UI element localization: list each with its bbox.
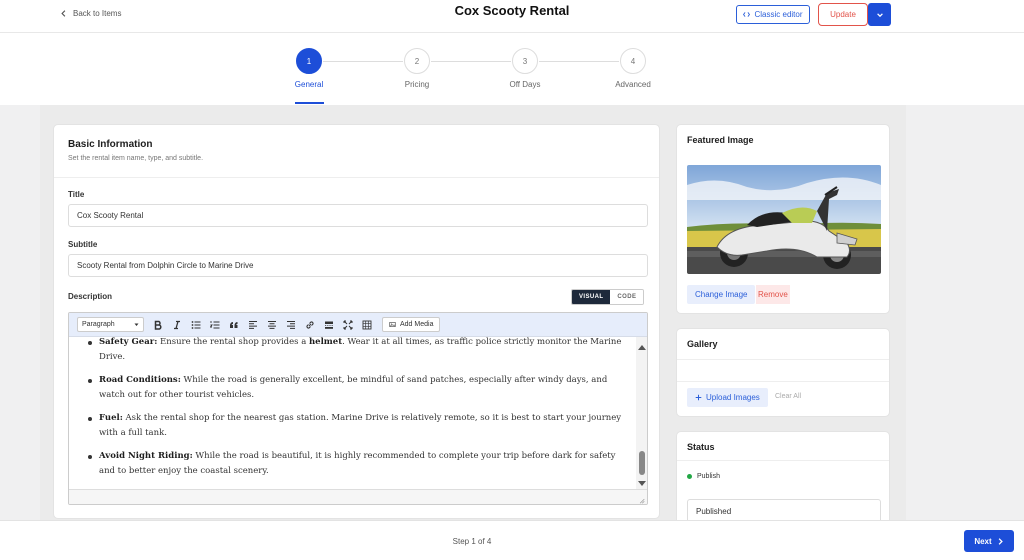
editor-status-bar	[69, 489, 647, 504]
upload-images-button[interactable]: Upload Images	[687, 388, 768, 407]
italic-icon[interactable]	[167, 317, 186, 333]
editor-scrollbar[interactable]	[636, 337, 647, 489]
step-number: 1	[296, 48, 322, 74]
basic-information-card: Basic Information Set the rental item na…	[53, 124, 660, 519]
list-item-text: Ensure the rental shop provides a	[157, 337, 309, 347]
link-icon[interactable]	[300, 317, 319, 333]
bottom-bar: Step 1 of 4 Next	[0, 520, 1024, 560]
divider	[677, 359, 889, 360]
blockquote-icon[interactable]	[224, 317, 243, 333]
next-button[interactable]: Next	[964, 530, 1014, 552]
divider	[677, 381, 889, 382]
resize-handle-icon[interactable]	[638, 497, 645, 504]
step-pricing[interactable]: 2 Pricing	[377, 48, 457, 89]
basic-info-title: Basic Information	[68, 139, 153, 150]
publish-status-row: Publish	[687, 473, 720, 480]
classic-editor-label: Classic editor	[754, 10, 803, 19]
featured-image	[687, 165, 881, 274]
step-number: 3	[512, 48, 538, 74]
toolbar-toggle-icon[interactable]	[357, 317, 376, 333]
list-item: Fuel: Ask the rental shop for the neares…	[85, 411, 630, 441]
plus-icon	[695, 394, 702, 401]
title-label: Title	[68, 190, 85, 199]
list-item-heading: Fuel:	[99, 413, 123, 423]
remove-image-button[interactable]: Remove	[756, 285, 790, 304]
editor-mode-toggle: VISUAL CODE	[571, 289, 645, 305]
scroll-down-arrow-icon[interactable]	[638, 481, 646, 486]
basic-info-subtitle: Set the rental item name, type, and subt…	[68, 155, 204, 162]
subtitle-label: Subtitle	[68, 240, 98, 249]
add-media-label: Add Media	[400, 321, 434, 328]
subtitle-input[interactable]: Scooty Rental from Dolphin Circle to Mar…	[68, 254, 648, 277]
update-dropdown-button[interactable]	[868, 3, 891, 26]
align-center-icon[interactable]	[262, 317, 281, 333]
description-label: Description	[68, 292, 113, 301]
step-label: Off Days	[509, 80, 541, 89]
divider	[54, 177, 659, 178]
change-image-button[interactable]: Change Image	[687, 285, 756, 304]
align-right-icon[interactable]	[281, 317, 300, 333]
title-input[interactable]: Cox Scooty Rental	[68, 204, 648, 227]
description-editor: Paragraph Add Media Safety Gear: Ensure …	[68, 312, 648, 505]
featured-image-title: Featured Image	[687, 135, 754, 145]
upload-images-label: Upload Images	[706, 393, 760, 402]
paragraph-format-value: Paragraph	[82, 321, 115, 328]
list-item-text: Ask the rental shop for the nearest gas …	[99, 413, 622, 438]
media-icon	[389, 322, 396, 327]
read-more-icon[interactable]	[319, 317, 338, 333]
update-button[interactable]: Update	[818, 3, 868, 26]
add-media-button[interactable]: Add Media	[382, 317, 441, 332]
step-label: Advanced	[615, 80, 651, 89]
divider	[677, 460, 889, 461]
fullscreen-icon[interactable]	[338, 317, 357, 333]
chevron-down-icon	[876, 12, 883, 17]
step-number: 2	[404, 48, 430, 74]
step-label: General	[294, 80, 324, 89]
status-title: Status	[687, 442, 715, 452]
code-tab[interactable]: CODE	[610, 290, 644, 304]
step-general[interactable]: 1 General	[269, 48, 349, 89]
status-card: Status Publish Published	[676, 431, 890, 531]
clear-all-button[interactable]: Clear All	[775, 393, 801, 400]
list-item-heading: Safety Gear:	[99, 337, 158, 347]
align-left-icon[interactable]	[243, 317, 262, 333]
basic-info-header: Basic Information Set the rental item na…	[68, 139, 203, 162]
list-item-heading: Road Conditions:	[99, 375, 181, 385]
featured-image-card: Featured Image Change Image Remove	[676, 124, 890, 314]
code-icon	[743, 12, 751, 17]
paragraph-format-select[interactable]: Paragraph	[77, 317, 144, 332]
list-item: Avoid Night Riding: While the road is be…	[85, 449, 630, 479]
editor-toolbar: Paragraph Add Media	[69, 313, 647, 337]
gallery-title: Gallery	[687, 339, 718, 349]
bold-icon[interactable]	[148, 317, 167, 333]
step-label: Pricing	[404, 80, 430, 89]
top-bar: Back to Items Cox Scooty Rental Classic …	[0, 0, 1024, 32]
chevron-down-icon	[134, 323, 139, 326]
description-list: Safety Gear: Ensure the rental shop prov…	[85, 337, 630, 487]
status-dot-icon	[687, 474, 692, 479]
publish-label: Publish	[697, 473, 720, 480]
next-label: Next	[974, 536, 992, 546]
active-step-underline	[295, 102, 324, 104]
list-item-bold: helmet	[308, 337, 343, 347]
bullet-list-icon[interactable]	[186, 317, 205, 333]
editor-content[interactable]: Safety Gear: Ensure the rental shop prov…	[69, 337, 636, 489]
list-item: Safety Gear: Ensure the rental shop prov…	[85, 337, 630, 365]
numbered-list-icon[interactable]	[205, 317, 224, 333]
list-item-heading: Avoid Night Riding:	[99, 451, 193, 461]
scroll-thumb[interactable]	[639, 451, 645, 475]
classic-editor-button[interactable]: Classic editor	[736, 5, 810, 24]
gallery-card: Gallery Upload Images Clear All	[676, 328, 890, 417]
chevron-right-icon	[998, 537, 1003, 545]
scroll-up-arrow-icon[interactable]	[638, 345, 646, 350]
visual-tab[interactable]: VISUAL	[572, 290, 611, 304]
list-item: Road Conditions: While the road is gener…	[85, 373, 630, 403]
step-number: 4	[620, 48, 646, 74]
step-off-days[interactable]: 3 Off Days	[485, 48, 565, 89]
step-counter: Step 1 of 4	[452, 537, 492, 546]
step-advanced[interactable]: 4 Advanced	[593, 48, 673, 89]
